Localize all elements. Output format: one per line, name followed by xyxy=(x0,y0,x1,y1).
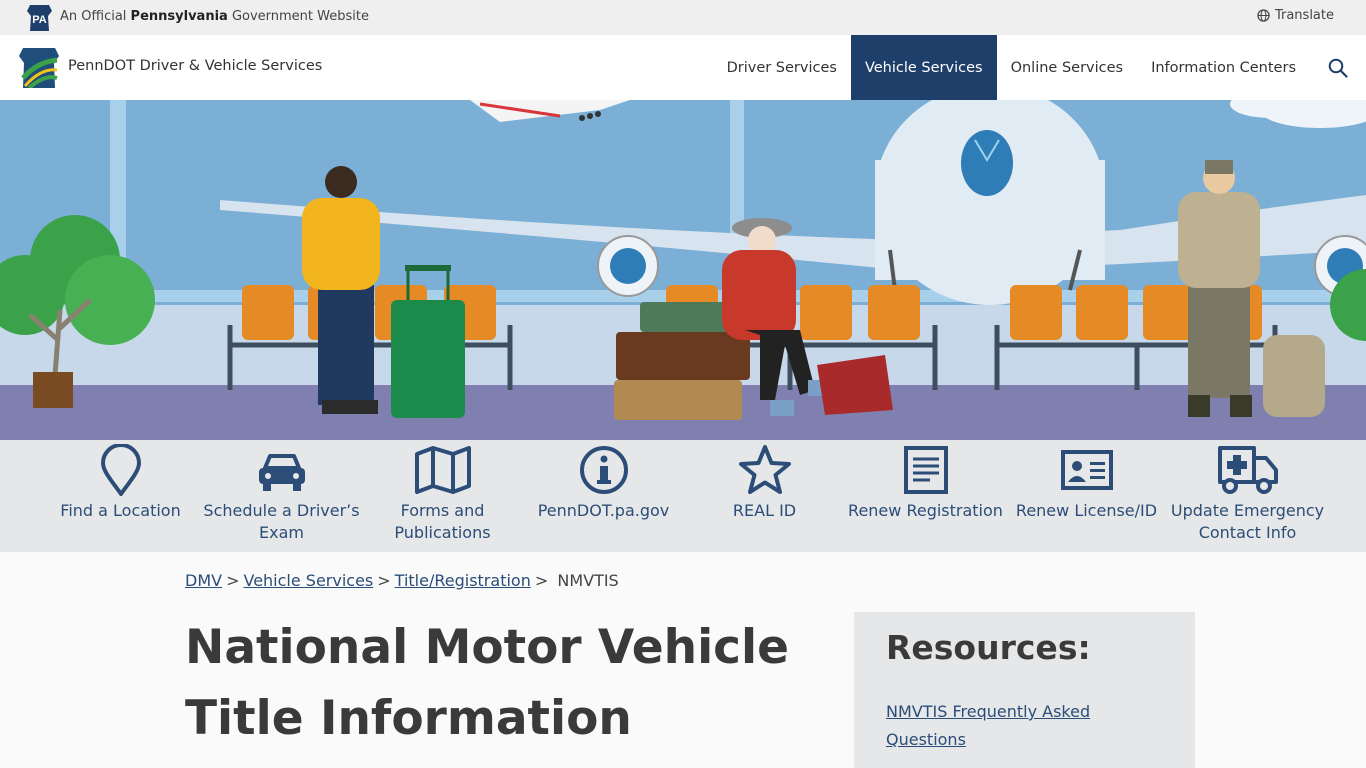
quick-link-emergency-contact[interactable]: Update Emergency Contact Info xyxy=(1167,444,1328,544)
search-icon xyxy=(1328,58,1348,78)
quick-link-real-id[interactable]: REAL ID xyxy=(684,444,845,522)
breadcrumb-link-dmv[interactable]: DMV xyxy=(185,571,222,590)
nav-information-centers[interactable]: Information Centers xyxy=(1137,35,1310,100)
resources-panel: Resources: NMVTIS Frequently Asked Quest… xyxy=(854,612,1195,768)
translate-button[interactable]: Translate xyxy=(1257,8,1334,23)
hero-airport-illustration xyxy=(0,100,1366,440)
quick-link-renew-registration[interactable]: Renew Registration xyxy=(845,444,1006,522)
nav-vehicle-services[interactable]: Vehicle Services xyxy=(850,35,997,100)
quick-link-label: PennDOT.pa.gov xyxy=(537,501,670,520)
quick-link-find-location[interactable]: Find a Location xyxy=(40,444,201,522)
resources-title: Resources: xyxy=(886,628,1091,667)
nav-driver-services[interactable]: Driver Services xyxy=(713,35,851,100)
quick-link-label: Forms and Publications xyxy=(394,501,491,542)
breadcrumb-separator: > xyxy=(226,571,240,590)
svg-text:PA: PA xyxy=(32,14,47,26)
breadcrumb-link-title-registration[interactable]: Title/Registration xyxy=(395,571,531,590)
site-title[interactable]: PennDOT Driver & Vehicle Services xyxy=(68,58,322,74)
breadcrumb-link-vehicle-services[interactable]: Vehicle Services xyxy=(243,571,373,590)
quick-link-renew-license[interactable]: Renew License/ID xyxy=(1006,444,1167,522)
globe-icon xyxy=(1257,9,1270,22)
resource-link-nmvtis-faq[interactable]: NMVTIS Frequently Asked Questions xyxy=(886,698,1126,754)
official-website-text: An Official Pennsylvania Government Webs… xyxy=(60,9,369,24)
quick-link-penndot-site[interactable]: PennDOT.pa.gov xyxy=(523,444,684,522)
breadcrumb-separator: > xyxy=(534,571,549,590)
quick-link-schedule-exam[interactable]: Schedule a Driver’s Exam xyxy=(201,444,362,544)
penndot-keystone-logo-icon[interactable] xyxy=(19,48,59,88)
quick-link-label: REAL ID xyxy=(732,501,797,520)
breadcrumb-current: NMVTIS xyxy=(557,571,619,590)
breadcrumb-separator: > xyxy=(377,571,391,590)
quick-link-label: Update Emergency Contact Info xyxy=(1170,501,1325,542)
map-pin-icon xyxy=(100,444,141,496)
nav-online-services[interactable]: Online Services xyxy=(997,35,1138,100)
quick-link-forms-publications[interactable]: Forms and Publications xyxy=(362,444,523,544)
quick-link-label: Renew Registration xyxy=(848,501,1003,520)
quick-link-label: Find a Location xyxy=(60,501,181,520)
page-title: National Motor Vehicle Title Information xyxy=(185,620,790,746)
main-navigation: Driver Services Vehicle Services Online … xyxy=(713,35,1366,100)
breadcrumb: DMV > Vehicle Services > Title/Registration >… xyxy=(185,571,619,590)
site-header: PennDOT Driver & Vehicle Services Driver… xyxy=(0,35,1366,100)
document-icon xyxy=(903,446,948,494)
quick-link-label: Renew License/ID xyxy=(1015,501,1158,520)
ambulance-icon xyxy=(1217,446,1278,494)
car-icon xyxy=(258,454,305,491)
quick-links-bar: Find a Location Schedule a Driver’s Exam… xyxy=(0,440,1366,552)
pa-keystone-badge-icon: PA xyxy=(27,5,52,31)
star-icon xyxy=(738,445,791,494)
info-icon xyxy=(579,446,628,494)
quick-link-label: Schedule a Driver’s Exam xyxy=(203,501,360,542)
airport-waiting-scene-image xyxy=(0,100,1366,440)
translate-label: Translate xyxy=(1274,8,1334,23)
official-government-bar: PA An Official Pennsylvania Government W… xyxy=(0,0,1366,35)
id-card-icon xyxy=(1060,450,1113,490)
search-button[interactable] xyxy=(1310,35,1366,100)
map-icon xyxy=(414,446,471,494)
